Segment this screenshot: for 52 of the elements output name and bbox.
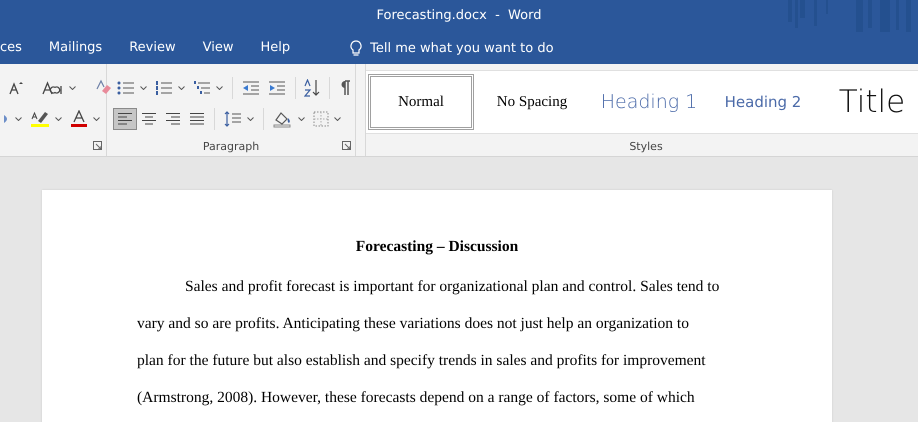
caret-icon [140, 86, 147, 90]
decrease-indent-icon [242, 80, 260, 96]
ribbon-tab[interactable]: View [202, 32, 234, 64]
align-right-icon [165, 112, 181, 126]
style-option[interactable]: Heading 1 [590, 74, 708, 130]
style-option[interactable]: Heading 2 [710, 74, 816, 130]
borders-icon [313, 111, 329, 127]
caret-icon [93, 117, 100, 121]
grow-font-icon [8, 80, 24, 96]
caret-icon [178, 86, 185, 90]
caret-icon [15, 117, 22, 121]
caret-icon [216, 86, 223, 90]
window-title: Forecasting.docx - Word [376, 8, 542, 23]
dialog-launcher-icon [93, 141, 102, 150]
font-color-icon [70, 110, 88, 128]
caret-icon [69, 86, 76, 90]
numbered-list-icon [155, 80, 173, 96]
lightbulb-icon [350, 40, 362, 56]
document-heading: Forecasting – Discussion [356, 238, 518, 255]
ribbon-tab[interactable]: ces [0, 32, 22, 64]
line-spacing-icon [224, 110, 242, 128]
body-text-line: vary and so are profits. Anticipating these variations does not just help an organization to [137, 315, 689, 333]
caret-icon [334, 117, 341, 121]
group-label: Paragraph [202, 140, 260, 152]
caret-icon [247, 117, 254, 121]
highlighter-icon [30, 110, 50, 128]
align-center-icon [141, 112, 157, 126]
body-text-line: (Armstrong, 2008). However, these forecasts depend on a range of factors, some of which [137, 389, 695, 407]
align-left-button[interactable] [113, 108, 137, 130]
ribbon-tab[interactable]: Mailings [48, 32, 102, 64]
caret-icon [298, 117, 305, 121]
caret-icon [55, 117, 62, 121]
change-case-icon [42, 80, 64, 96]
tell-me-field[interactable]: Tell me what you want to do [370, 40, 554, 56]
style-option[interactable]: Normal [368, 74, 474, 130]
ribbon-tab[interactable]: Review [129, 32, 176, 64]
body-text-line: plan for the future but also establish and specify trends in sales and profits for improvement [137, 352, 706, 370]
group-label: Styles [629, 140, 663, 152]
style-option[interactable]: Title [818, 74, 918, 130]
bullet-list-icon [117, 80, 135, 96]
align-left-icon [117, 112, 133, 126]
ribbon-tab[interactable]: Help [260, 32, 290, 64]
increase-indent-icon [268, 80, 286, 96]
sort-icon [304, 79, 320, 97]
dialog-launcher-icon [342, 141, 351, 150]
shading-icon [273, 110, 293, 128]
pilcrow-icon [339, 80, 352, 96]
multilevel-list-icon [193, 80, 211, 96]
body-text-line: Sales and profit forecast is important for organizational plan and control. Sales tend to [185, 278, 720, 296]
clear-formatting-icon [94, 79, 112, 97]
style-option[interactable]: No Spacing [476, 74, 588, 130]
align-justify-icon [189, 112, 205, 126]
